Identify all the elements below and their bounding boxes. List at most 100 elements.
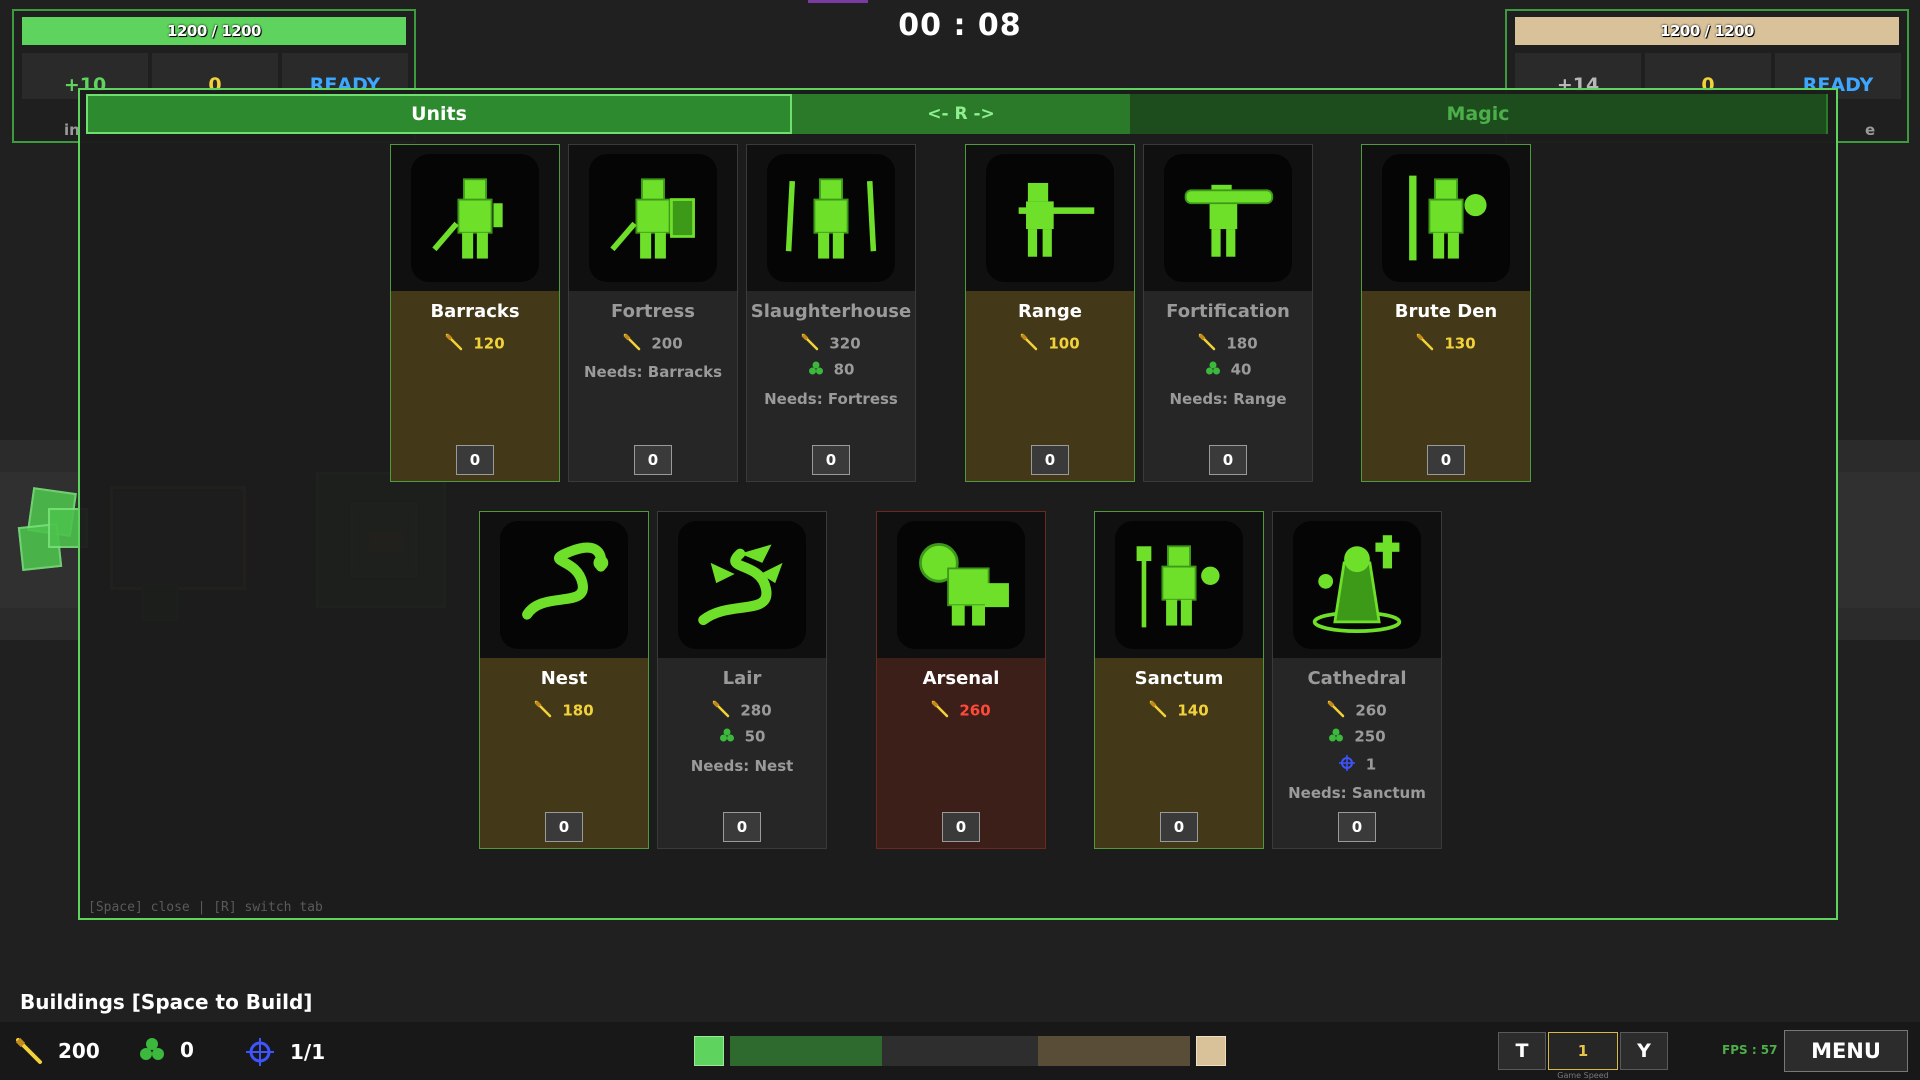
card-name: Fortification <box>1166 301 1290 322</box>
hp-bar-right: 1200 / 1200 <box>1515 17 1899 45</box>
build-count[interactable]: 0 <box>1160 812 1198 842</box>
building-card-sanctum[interactable]: Sanctum 140 0 <box>1094 511 1264 849</box>
hp-text-left: 1200 / 1200 <box>167 22 261 40</box>
card-art <box>877 512 1045 658</box>
green-control-fill <box>730 1036 882 1066</box>
speed-down-button[interactable]: T <box>1498 1032 1546 1070</box>
clover-value: 0 <box>180 1038 194 1062</box>
gold-icon <box>712 700 730 722</box>
build-count[interactable]: 0 <box>1427 445 1465 475</box>
buildings-label: Buildings [Space to Build] <box>20 990 313 1014</box>
gold-cost: 280 <box>658 700 826 722</box>
clover-cost: 80 <box>747 360 915 380</box>
build-count[interactable]: 0 <box>1209 445 1247 475</box>
build-count[interactable]: 0 <box>942 812 980 842</box>
green-team-swatch <box>694 1036 724 1066</box>
tan-control-fill <box>1038 1036 1190 1066</box>
gold-cost: 140 <box>1095 700 1263 722</box>
supply-icon <box>246 1038 274 1066</box>
requirement-text: Needs: Barracks <box>583 363 723 381</box>
clover-icon <box>808 360 824 380</box>
card-art <box>658 512 826 658</box>
menu-button[interactable]: MENU <box>1784 1030 1908 1072</box>
supply-icon <box>1338 754 1356 776</box>
bazooka-soldier-icon <box>1164 154 1292 282</box>
card-art <box>480 512 648 658</box>
build-menu-modal: Units <- R -> Magic Barracks 120 0 Fortress… <box>78 88 1838 920</box>
map-control-bar <box>730 1036 1190 1066</box>
swordsman-icon <box>411 154 539 282</box>
tab-units[interactable]: Units <box>86 94 792 134</box>
clover-icon <box>1205 360 1221 380</box>
clover-icon <box>719 727 735 747</box>
card-art <box>569 145 737 291</box>
gold-icon <box>1327 700 1345 722</box>
gold-icon <box>1198 333 1216 355</box>
clover-cost: 40 <box>1144 360 1312 380</box>
build-count[interactable]: 0 <box>812 445 850 475</box>
gold-cost: 180 <box>480 700 648 722</box>
match-timer: 00 : 08 <box>898 8 1022 43</box>
card-name: Cathedral <box>1307 668 1407 689</box>
clover-counter: 0 <box>138 1036 194 1064</box>
card-name: Barracks <box>430 301 520 322</box>
card-art <box>1273 512 1441 658</box>
gold-cost: 120 <box>391 333 559 355</box>
gold-cost: 200 <box>569 333 737 355</box>
build-count[interactable]: 0 <box>723 812 761 842</box>
speed-up-button[interactable]: Y <box>1620 1032 1668 1070</box>
tab-magic[interactable]: Magic <box>1130 94 1826 134</box>
building-card-cathedral[interactable]: Cathedral 260 250 1 Needs: Sanctum 0 <box>1272 511 1442 849</box>
gold-icon <box>15 1037 42 1064</box>
building-card-slaughterhouse[interactable]: Slaughterhouse 320 80 Needs: Fortress 0 <box>746 144 916 482</box>
hp-bar-left: 1200 / 1200 <box>22 17 406 45</box>
building-card-barracks[interactable]: Barracks 120 0 <box>390 144 560 482</box>
tab-bar: Units <- R -> Magic <box>86 94 1828 134</box>
fps-counter: FPS : 57 <box>1722 1043 1778 1057</box>
gold-icon <box>1416 333 1434 355</box>
card-name: Slaughterhouse <box>750 301 912 322</box>
building-card-nest[interactable]: Nest 180 0 <box>479 511 649 849</box>
card-name: Sanctum <box>1134 668 1224 689</box>
gold-cost: 100 <box>966 333 1134 355</box>
tab-switch-hint[interactable]: <- R -> <box>792 94 1130 134</box>
card-name: Range <box>1018 301 1082 322</box>
build-count[interactable]: 0 <box>545 812 583 842</box>
build-count[interactable]: 0 <box>634 445 672 475</box>
gold-cost: 260 <box>1273 700 1441 722</box>
gold-cost: 260 <box>877 700 1045 722</box>
clover-cost: 50 <box>658 727 826 747</box>
requirement-text: Needs: Nest <box>690 757 794 775</box>
gold-icon <box>801 333 819 355</box>
building-card-brute-den[interactable]: Brute Den 130 0 <box>1361 144 1531 482</box>
clover-icon <box>140 1038 164 1060</box>
building-card-fortress[interactable]: Fortress 200 Needs: Barracks 0 <box>568 144 738 482</box>
gold-icon <box>534 700 552 722</box>
gold-icon <box>1020 333 1038 355</box>
build-count[interactable]: 0 <box>1031 445 1069 475</box>
gold-icon <box>445 333 463 355</box>
build-count[interactable]: 0 <box>1338 812 1376 842</box>
gold-cost: 320 <box>747 333 915 355</box>
card-name: Lair <box>722 668 762 689</box>
knight-shield-icon <box>589 154 717 282</box>
card-name: Fortress <box>611 301 695 322</box>
building-card-range[interactable]: Range 100 0 <box>965 144 1135 482</box>
gold-cost: 180 <box>1144 333 1312 355</box>
golem-icon <box>897 521 1025 649</box>
building-card-arsenal[interactable]: Arsenal 260 0 <box>876 511 1046 849</box>
worm-icon <box>500 521 628 649</box>
game-speed-value: 1 <box>1548 1032 1618 1070</box>
priest-icon <box>1115 521 1243 649</box>
top-indicator <box>808 0 868 3</box>
gold-cost: 130 <box>1362 333 1530 355</box>
requirement-text: Needs: Range <box>1169 390 1287 408</box>
brute-swordsman-icon <box>1382 154 1510 282</box>
building-card-fortification[interactable]: Fortification 180 40 Needs: Range 0 <box>1143 144 1313 482</box>
card-art <box>1362 145 1530 291</box>
build-count[interactable]: 0 <box>456 445 494 475</box>
building-card-lair[interactable]: Lair 280 50 Needs: Nest 0 <box>657 511 827 849</box>
cut-label-right: e <box>1865 121 1876 139</box>
hp-text-right: 1200 / 1200 <box>1660 22 1754 40</box>
requirement-text: Needs: Fortress <box>764 390 898 408</box>
